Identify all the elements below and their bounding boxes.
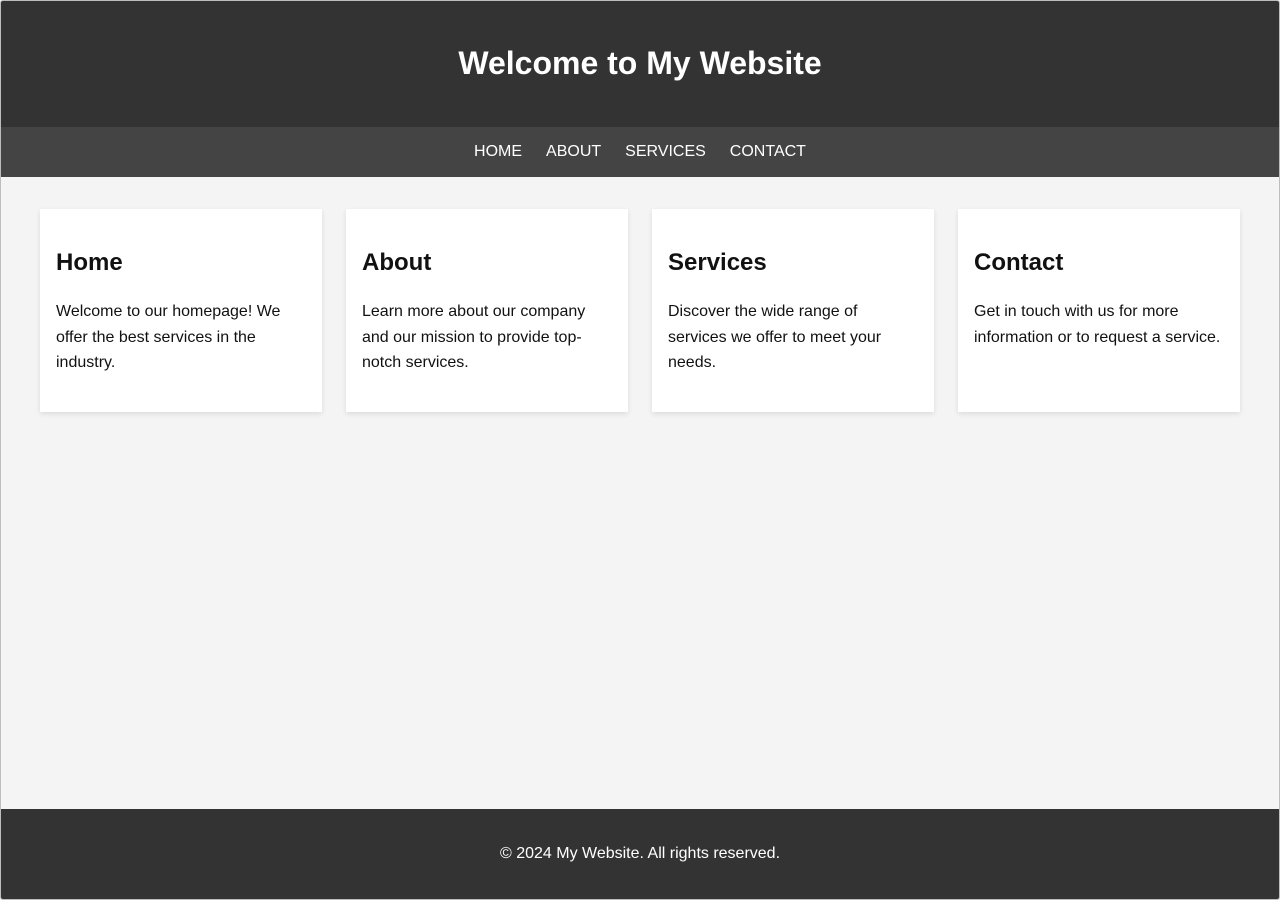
card-about: About Learn more about our company and o…	[346, 209, 628, 412]
main-content: Home Welcome to our homepage! We offer t…	[1, 177, 1279, 412]
site-header: Welcome to My Website	[1, 1, 1279, 127]
card-services: Services Discover the wide range of serv…	[652, 209, 934, 412]
card-title: Services	[668, 249, 767, 276]
nav-link-contact[interactable]: CONTACT	[730, 143, 806, 161]
copyright-text: © 2024 My Website. All rights reserved.	[499, 845, 781, 862]
nav-link-about[interactable]: ABOUT	[546, 143, 601, 161]
card-title: Contact	[974, 249, 1064, 276]
card-text: Welcome to our homepage! We offer the be…	[56, 303, 281, 372]
card-text: Get in touch with us for more informatio…	[974, 303, 1221, 346]
main-nav: HOME ABOUT SERVICES CONTACT	[1, 127, 1279, 177]
card-title: About	[362, 249, 432, 276]
card-text: Discover the wide range of services we o…	[668, 303, 882, 372]
nav-link-home[interactable]: HOME	[474, 143, 522, 161]
card-home: Home Welcome to our homepage! We offer t…	[40, 209, 322, 412]
site-footer: © 2024 My Website. All rights reserved.	[1, 809, 1279, 899]
card-text: Learn more about our company and our mis…	[362, 303, 586, 372]
nav-link-services[interactable]: SERVICES	[625, 143, 706, 161]
card-title: Home	[56, 249, 123, 276]
browser-page: Welcome to My Website HOME ABOUT SERVICE…	[0, 0, 1280, 900]
page-title: Welcome to My Website	[458, 45, 822, 81]
card-contact: Contact Get in touch with us for more in…	[958, 209, 1240, 412]
